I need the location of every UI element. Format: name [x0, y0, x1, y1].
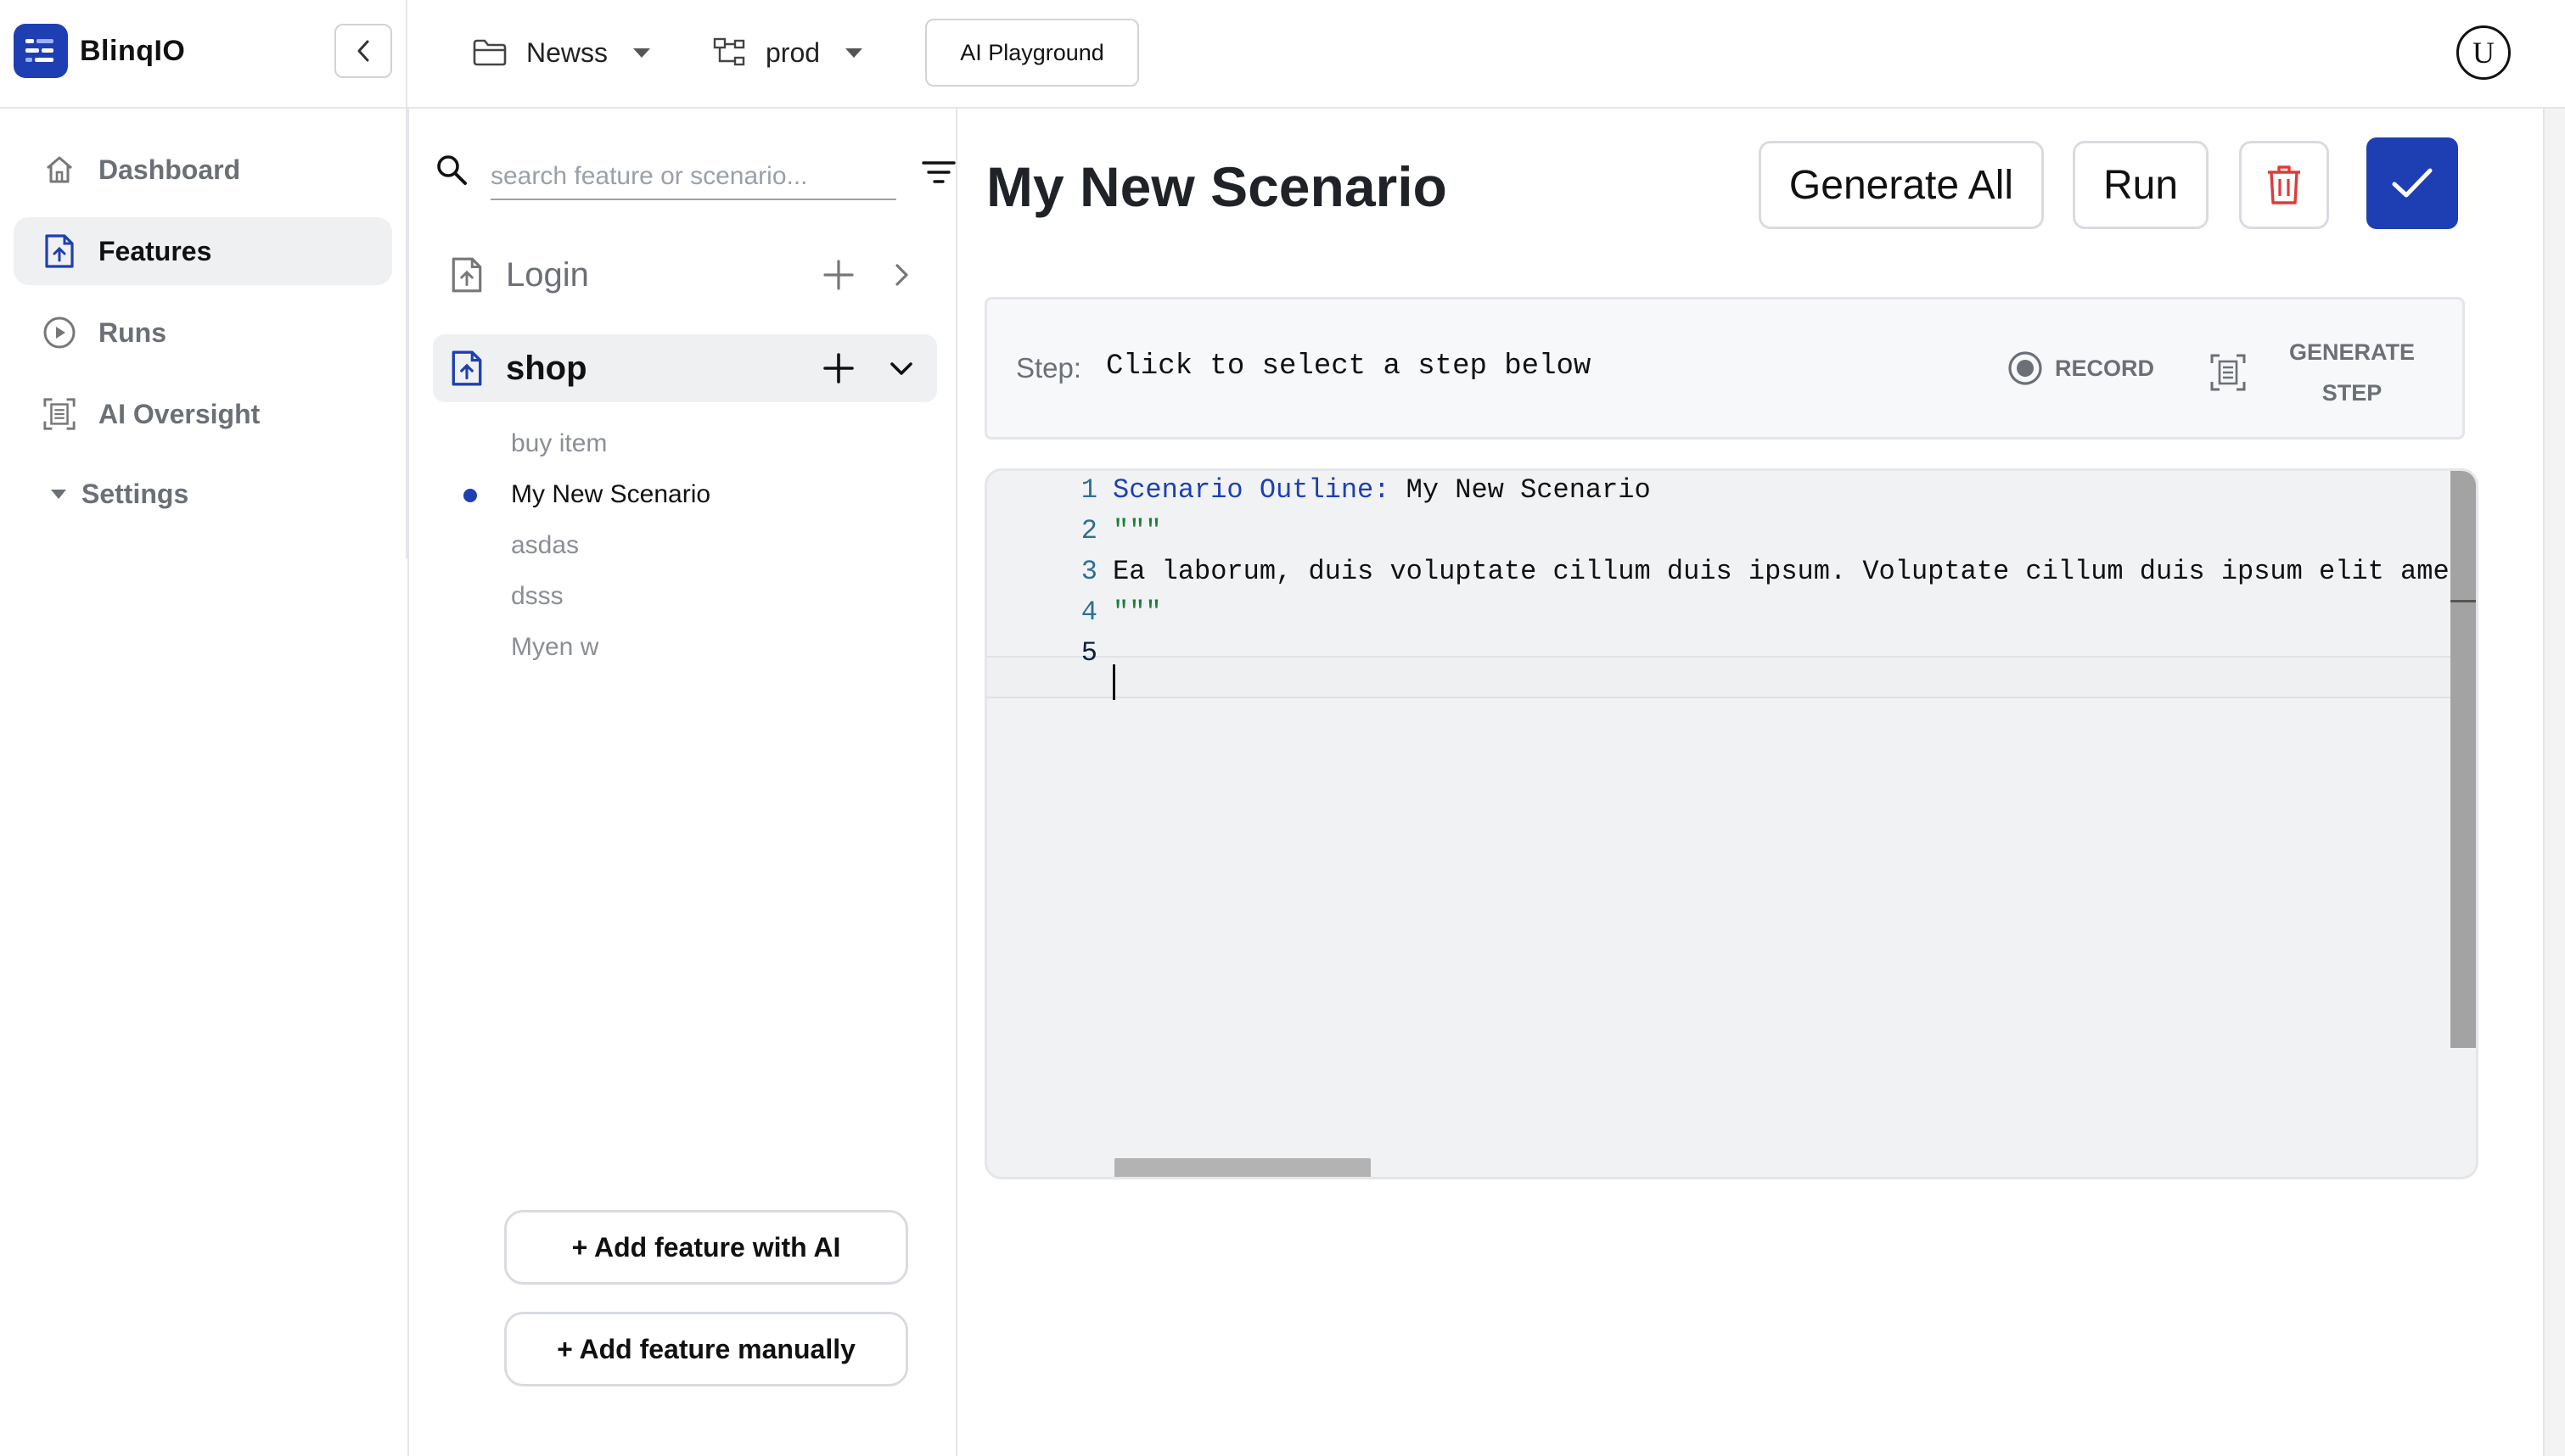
line-code: """ [1113, 515, 1162, 546]
chevron-down-icon [633, 48, 651, 58]
step-value: Click to select a step below [1106, 350, 1591, 383]
scan-icon [2210, 354, 2246, 391]
features-panel: Login shop buy item My New Scenario asda… [407, 109, 957, 1456]
generate-step-label: GENERATE STEP [2289, 332, 2415, 413]
sidebar-item-label: Features [98, 235, 212, 266]
feature-item-login[interactable]: Login [433, 241, 937, 309]
home-icon [42, 153, 76, 187]
editor-line[interactable]: 1 Scenario Outline: My New Scenario [987, 474, 2430, 515]
top-bar: BlinqIO Newss prod AI Playground U [0, 0, 2565, 109]
line-text: My New Scenario [1389, 474, 1651, 506]
line-code: Ea laborum, duis voluptate cillum duis i… [1113, 556, 2466, 587]
environment-name: prod [766, 36, 821, 68]
add-feature-with-ai-button[interactable]: + Add feature with AI [504, 1210, 908, 1285]
user-avatar[interactable]: U [2456, 25, 2511, 80]
filter-icon[interactable] [922, 160, 956, 187]
play-circle-icon [42, 316, 76, 350]
delete-button[interactable] [2239, 141, 2329, 229]
add-scenario-icon[interactable] [822, 258, 856, 292]
sidebar: Dashboard Features Runs AI Oversight Set… [0, 109, 407, 1456]
search-input[interactable] [491, 154, 896, 200]
line-number: 5 [1080, 637, 1097, 669]
scenario-item[interactable]: buy item [511, 429, 607, 458]
project-name: Newss [526, 36, 609, 68]
hierarchy-icon [713, 37, 745, 66]
feature-item-shop[interactable]: shop [433, 334, 937, 402]
blinqio-logo-icon [14, 24, 68, 78]
editor-horizontal-scrollbar[interactable] [1114, 1158, 1371, 1177]
scenario-editor-main: My New Scenario Generate All Run Step: C… [959, 109, 2540, 1456]
ai-playground-button[interactable]: AI Playground [925, 19, 1139, 87]
editor-line[interactable]: 2 """ [987, 515, 2430, 556]
sidebar-item-label: Settings [81, 479, 189, 509]
generate-step-label-line1: GENERATE [2289, 339, 2416, 365]
record-icon [2008, 351, 2042, 385]
chevron-right-icon[interactable] [886, 260, 917, 290]
sidebar-item-label: AI Oversight [98, 398, 261, 429]
editor-line[interactable]: 3 Ea laborum, duis voluptate cillum duis… [987, 556, 2466, 596]
line-code: """ [1113, 596, 1162, 628]
step-panel: Step: Click to select a step below RECOR… [985, 297, 2465, 440]
feature-search [435, 143, 956, 204]
scenario-item[interactable]: dsss [511, 582, 564, 611]
line-number: 2 [1080, 515, 1097, 546]
chevron-down-icon[interactable] [886, 353, 917, 384]
scan-icon [42, 397, 76, 431]
scenario-item-current[interactable]: My New Scenario [511, 480, 710, 509]
sidebar-item-ai-oversight[interactable]: AI Oversight [14, 380, 392, 448]
chevron-down-icon [845, 48, 863, 58]
save-confirm-button[interactable] [2366, 137, 2458, 229]
add-feature-manually-button[interactable]: + Add feature manually [504, 1312, 908, 1386]
caret-down-icon [51, 490, 66, 499]
brand[interactable]: BlinqIO [14, 24, 185, 78]
scenario-item[interactable]: asdas [511, 531, 579, 560]
gherkin-keyword: Scenario Outline: [1113, 474, 1390, 506]
feature-name: shop [506, 349, 587, 387]
sidebar-item-features[interactable]: Features [14, 217, 392, 285]
line-number: 3 [1080, 556, 1097, 587]
page-scrollbar[interactable] [2543, 109, 2565, 1456]
scenario-item[interactable]: Myen w [511, 633, 598, 662]
record-button[interactable]: RECORD [2007, 350, 2154, 386]
line-code: Scenario Outline: My New Scenario [1113, 474, 1651, 506]
generate-all-button[interactable]: Generate All [1759, 141, 2044, 229]
line-number: 4 [1080, 596, 1097, 628]
add-scenario-icon[interactable] [822, 351, 856, 385]
trash-icon [2268, 165, 2300, 204]
feature-file-icon [452, 350, 482, 386]
generate-step-label-line2: STEP [2321, 380, 2383, 406]
brand-name: BlinqIO [80, 34, 186, 67]
selected-indicator-icon [463, 489, 477, 502]
feature-name: Login [506, 255, 589, 294]
sidebar-item-label: Runs [98, 316, 166, 348]
collapse-sidebar-button[interactable] [334, 24, 392, 78]
chevron-left-icon [357, 40, 369, 62]
editor-vertical-scrollbar[interactable] [2450, 471, 2476, 1048]
environment-selector[interactable]: prod [713, 25, 863, 80]
feature-file-icon [452, 257, 482, 293]
folder-icon [473, 39, 507, 66]
record-label: RECORD [2055, 355, 2155, 381]
sidebar-item-settings[interactable]: Settings [51, 479, 188, 510]
search-icon [437, 155, 467, 185]
topbar-divider [406, 0, 407, 109]
line-number: 1 [1080, 474, 1097, 506]
editor-line[interactable]: 5 [987, 637, 2430, 678]
feature-file-icon [42, 234, 76, 268]
scrollbar-marker [2450, 600, 2476, 602]
run-button[interactable]: Run [2073, 141, 2209, 229]
editor-line[interactable]: 4 """ [987, 596, 2430, 637]
generate-step-button[interactable]: GENERATE STEP [2209, 332, 2415, 413]
page-title: My New Scenario [986, 155, 1447, 218]
sidebar-item-label: Dashboard [98, 154, 241, 185]
code-editor[interactable]: 1 Scenario Outline: My New Scenario 2 ""… [985, 468, 2478, 1179]
sidebar-item-dashboard[interactable]: Dashboard [14, 136, 392, 204]
sidebar-item-runs[interactable]: Runs [14, 299, 392, 367]
check-icon [2392, 168, 2433, 198]
step-label: Step: [1016, 352, 1082, 384]
project-selector[interactable]: Newss [472, 25, 651, 80]
